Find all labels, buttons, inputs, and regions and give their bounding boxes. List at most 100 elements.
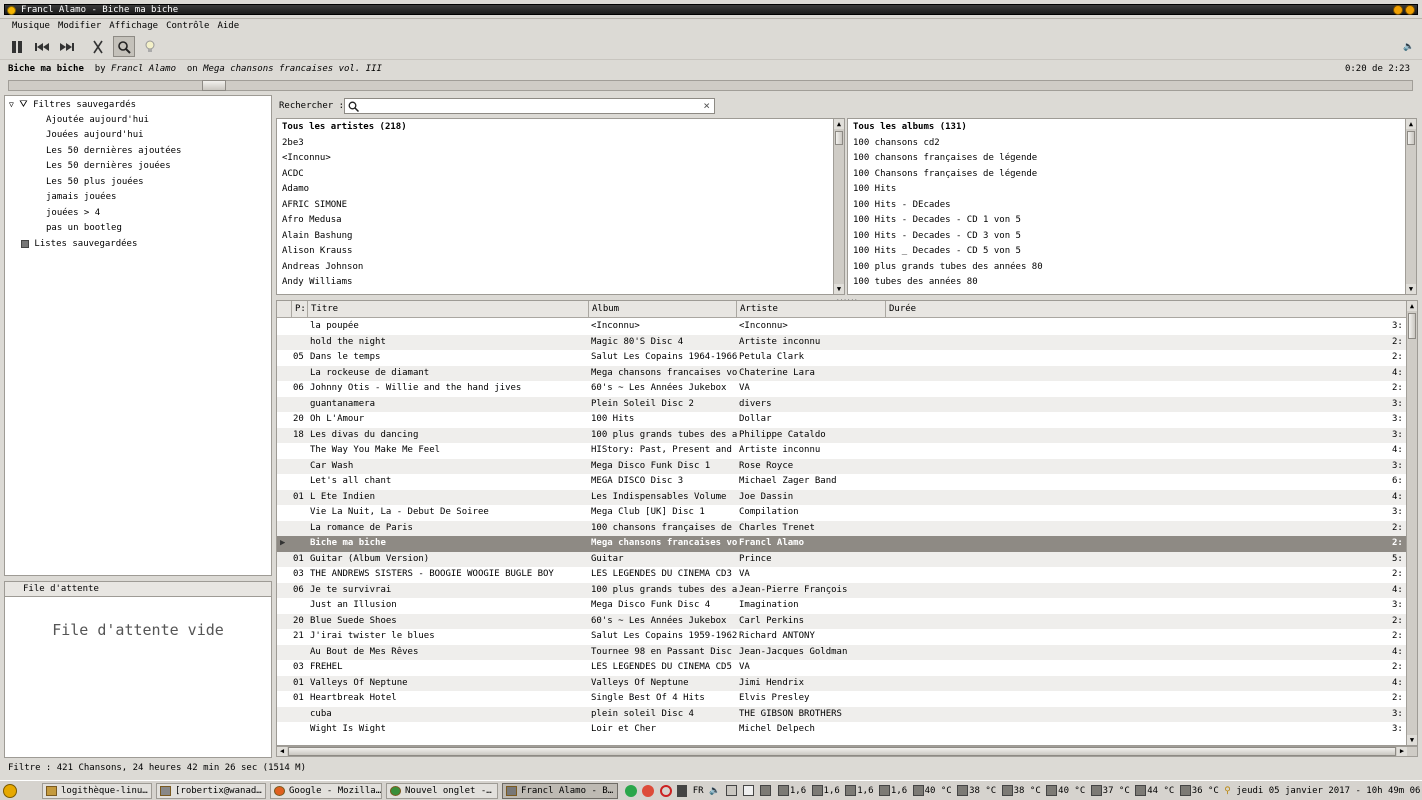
pause-button[interactable] (6, 36, 28, 57)
track-row[interactable]: 20 Blue Suede Shoes 60's ~ Les Années Juke… (277, 613, 1407, 629)
close-button[interactable] (1405, 5, 1415, 15)
task-logitheque[interactable]: logithèque-linu… (42, 783, 152, 799)
chrome-tray-icon[interactable] (642, 784, 655, 797)
all-albums-item[interactable]: Tous les albums (131) (853, 120, 967, 136)
track-row[interactable]: hold the night Magic 80'S Disc 4 Artiste i… (277, 334, 1407, 350)
task-firefox[interactable]: Google - Mozilla… (270, 783, 382, 799)
track-row[interactable]: 20 Oh L'Amour 100 Hits Dollar 3: (277, 412, 1407, 428)
scroll-down-icon[interactable]: ▼ (1407, 735, 1417, 745)
clock[interactable]: jeudi 05 janvier 2017 - 10h 49m 06 (1236, 786, 1420, 796)
album-item[interactable]: 100 tubes des années 80 (853, 275, 978, 291)
volume-button[interactable]: 🔈 (1398, 36, 1420, 57)
artist-item[interactable]: <Inconnu> (282, 151, 331, 167)
menu-modifier[interactable]: Modifier (54, 19, 105, 34)
albums-scroll-thumb[interactable] (1407, 131, 1415, 145)
track-row[interactable]: Au Bout de Mes Rêves Tournee 98 en Passan… (277, 644, 1407, 660)
artist-item[interactable]: AFRIC SIMONE (282, 198, 347, 214)
track-row[interactable]: guantanamera Plein Soleil Disc 2 divers 3: (277, 396, 1407, 412)
saved-lists[interactable]: Listes sauvegardées (21, 237, 137, 252)
tray-status-icon[interactable] (677, 784, 688, 797)
alarm-icon[interactable] (659, 784, 672, 797)
tracks-hscroll-thumb[interactable] (288, 747, 1396, 756)
track-row[interactable]: 18 Les divas du dancing 100 plus grands tu… (277, 427, 1407, 443)
scroll-up-icon[interactable]: ▲ (834, 119, 844, 129)
filters-root[interactable]: ▽ ⛛ Filtres sauvegardés (9, 97, 136, 112)
track-row[interactable]: 06 Je te survivrai 100 plus grands tubes d… (277, 582, 1407, 598)
filter-item[interactable]: Les 50 dernières jouées (46, 159, 171, 174)
track-row[interactable]: La rockeuse de diamant Mega chansons fran… (277, 365, 1407, 381)
task-chrome[interactable]: Nouvel onglet -… (386, 783, 498, 799)
menu-affichage[interactable]: Affichage (105, 19, 162, 34)
scroll-left-icon[interactable]: ◀ (277, 747, 287, 756)
artist-item[interactable]: Alison Krauss (282, 244, 352, 260)
album-item[interactable]: 100 Chansons françaises de légende (853, 167, 1037, 183)
album-item[interactable]: 100 chansons françaises de légende (853, 151, 1037, 167)
track-row[interactable]: Let's all chant MEGA DISCO Disc 3 Michael … (277, 474, 1407, 490)
artist-item[interactable]: 2be3 (282, 136, 304, 152)
expander-icon[interactable]: ▽ (9, 100, 14, 109)
track-row[interactable]: 01 Valleys Of Neptune Valleys Of Neptune Ji… (277, 675, 1407, 691)
artist-item[interactable]: Adamo (282, 182, 309, 198)
shuffle-button[interactable] (87, 36, 109, 57)
app-icon[interactable] (7, 6, 16, 15)
track-row[interactable]: 03 THE ANDREWS SISTERS - BOOGIE WOOGIE BU… (277, 567, 1407, 583)
track-row[interactable]: 01 L Ete Indien Les Indispensables Volume J… (277, 489, 1407, 505)
track-row[interactable]: la poupée <Inconnu> <Inconnu> 3: (277, 319, 1407, 335)
artist-item[interactable]: Andy Williams (282, 275, 352, 291)
filter-item[interactable]: Les 50 dernières ajoutées (46, 144, 181, 159)
scroll-up-icon[interactable]: ▲ (1407, 301, 1417, 311)
track-row[interactable]: 06 Johnny Otis - Willie and the hand jive… (277, 381, 1407, 397)
task-music-player[interactable]: Francl Alamo - B… (502, 783, 618, 799)
browser-toggle-button[interactable] (113, 36, 135, 57)
track-row[interactable]: La romance de Paris 100 chansons français… (277, 520, 1407, 536)
track-row[interactable]: 21 J'irai twister le blues Salut Les Copai… (277, 629, 1407, 645)
seek-handle[interactable] (202, 80, 226, 91)
track-row[interactable]: Wight Is Wight Loir et Cher Michel Delpech… (277, 722, 1407, 738)
track-row[interactable]: Car Wash Mega Disco Funk Disc 1 Rose Royce… (277, 458, 1407, 474)
start-menu-icon[interactable] (3, 784, 17, 798)
previous-button[interactable] (31, 36, 53, 57)
artists-scroll-thumb[interactable] (835, 131, 843, 145)
artists-browser[interactable]: Tous les artistes (218) 2be3 <Inconnu> ACDC… (276, 118, 845, 295)
clear-search-icon[interactable]: × (703, 99, 710, 112)
album-item[interactable]: 100 Hits - DEcades (853, 198, 951, 214)
task-terminal[interactable]: [robertix@wanad… (156, 783, 266, 799)
menu-controle[interactable]: Contrôle (162, 19, 213, 34)
filter-item[interactable]: jouées > 4 (46, 206, 100, 221)
track-row[interactable]: cuba plein soleil Disc 4 THE GIBSON BROTHE… (277, 706, 1407, 722)
column-artist[interactable]: Artiste (737, 301, 886, 318)
artist-item[interactable]: Andreas Johnson (282, 260, 363, 276)
info-button[interactable] (139, 36, 161, 57)
album-item[interactable]: 100 Hits (853, 182, 896, 198)
album-item[interactable]: 100 chansons cd2 (853, 136, 940, 152)
artist-item[interactable]: Alain Bashung (282, 229, 352, 245)
track-row[interactable]: 01 Heartbreak Hotel Single Best Of 4 Hits E… (277, 691, 1407, 707)
track-row[interactable]: 03 FREHEL LES LEGENDES DU CINEMA CD5 VA 2: (277, 660, 1407, 676)
search-input[interactable]: × (344, 98, 715, 114)
scroll-down-icon[interactable]: ▼ (1406, 284, 1416, 294)
filter-item[interactable]: Jouées aujourd'hui (46, 128, 144, 143)
column-title[interactable]: Titre (308, 301, 589, 318)
network-icon[interactable] (625, 784, 637, 797)
column-duration[interactable]: Durée (886, 301, 1407, 318)
column-position[interactable]: P: (292, 301, 308, 318)
artist-item[interactable]: ACDC (282, 167, 304, 183)
filter-item[interactable]: jamais jouées (46, 190, 116, 205)
column-playing[interactable] (277, 301, 292, 318)
column-album[interactable]: Album (589, 301, 737, 318)
volume-tray-icon[interactable]: 🔈 (709, 786, 720, 796)
clipboard-icon[interactable] (725, 785, 737, 796)
scroll-up-icon[interactable]: ▲ (1406, 119, 1416, 129)
track-row[interactable]: 01 Guitar (Album Version) Guitar Prince 5: (277, 551, 1407, 567)
track-list[interactable]: P: Titre Album Artiste Durée la poupée <I… (276, 300, 1418, 746)
magnifier-icon[interactable]: ⚲ (1224, 786, 1231, 796)
disk-icon[interactable] (760, 785, 772, 796)
next-button[interactable] (56, 36, 78, 57)
track-row[interactable]: The Way You Make Me Feel HIStory: Past, P… (277, 443, 1407, 459)
album-item[interactable]: 100 Hits - Decades - CD 3 von 5 (853, 229, 1021, 245)
track-row[interactable]: ▶ Biche ma biche Mega chansons francaises … (277, 536, 1407, 552)
artist-item[interactable]: Afro Medusa (282, 213, 342, 229)
artists-scrollbar[interactable]: ▲ ▼ (833, 119, 844, 294)
menu-aide[interactable]: Aide (213, 19, 243, 34)
minimize-button[interactable] (1393, 5, 1403, 15)
